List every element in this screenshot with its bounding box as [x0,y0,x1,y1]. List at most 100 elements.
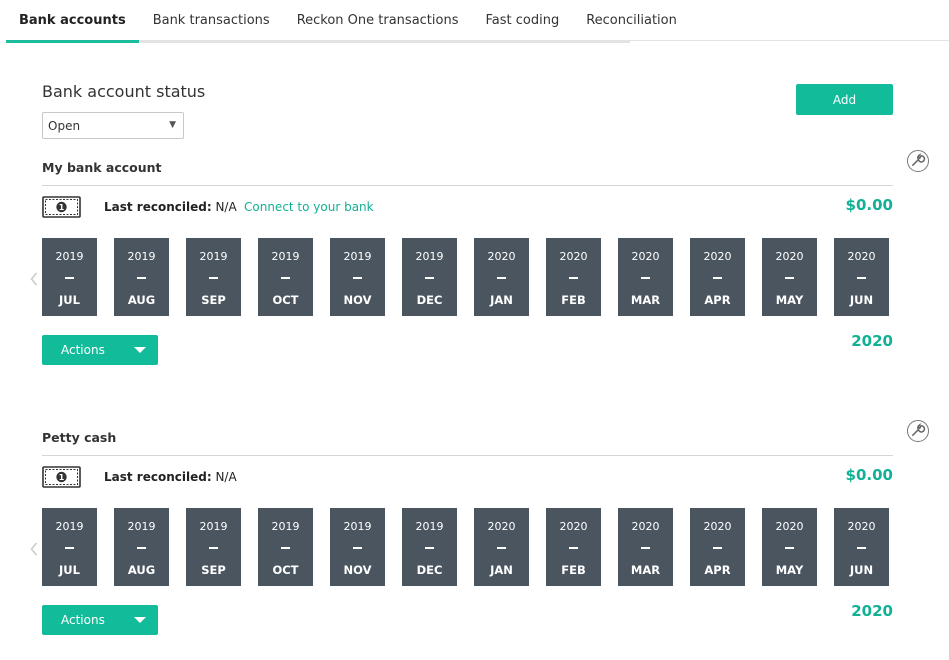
month-tile[interactable]: 2020 APR [690,238,745,316]
month-year: 2020 [487,520,516,533]
month-dash [281,547,290,549]
chevron-left-icon[interactable] [30,272,38,286]
month-year: 2020 [559,250,588,263]
month-dash [569,277,578,279]
status-select-value: Open [48,118,81,133]
month-year: 2020 [775,250,804,263]
month-year: 2020 [775,520,804,533]
bank-account-status-title: Bank account status [42,82,206,101]
account-name: My bank account [42,160,162,175]
month-tile[interactable]: 2020 JAN [474,238,529,316]
connect-bank-link[interactable]: Connect to your bank [244,200,374,214]
actions-label: Actions [61,343,105,357]
month-year: 2019 [271,250,300,263]
chevron-left-icon[interactable] [30,542,38,556]
month-name: JUN [849,293,874,307]
wrench-icon[interactable] [907,150,929,172]
month-tile[interactable]: 2020 JUN [834,238,889,316]
month-tile[interactable]: 2019 SEP [186,238,241,316]
tab-fast-coding[interactable]: Fast coding [472,0,572,40]
month-dash [65,547,74,549]
month-name: OCT [272,293,299,307]
month-tile[interactable]: 2020 MAR [618,238,673,316]
caret-down-icon [134,347,146,353]
month-dash [713,547,722,549]
month-name: FEB [561,563,586,577]
month-name: NOV [343,563,372,577]
month-year: 2019 [55,250,84,263]
month-dash [785,547,794,549]
wrench-icon[interactable] [907,420,929,442]
month-year: 2020 [847,520,876,533]
month-dash [425,277,434,279]
svg-text:1: 1 [59,203,65,212]
month-year: 2020 [631,250,660,263]
tab-bank-accounts[interactable]: Bank accounts [6,0,139,43]
account-section: My bank account 1 Last reconciled: N/A C… [0,150,949,390]
month-tile[interactable]: 2019 NOV [330,508,385,586]
actions-dropdown-button[interactable]: Actions [42,605,158,635]
month-tile[interactable]: 2019 OCT [258,508,313,586]
tab-bank-transactions[interactable]: Bank transactions [140,0,283,40]
month-name: OCT [272,563,299,577]
month-year: 2020 [703,250,732,263]
month-name: APR [704,563,731,577]
month-tile[interactable]: 2019 DEC [402,238,457,316]
month-tile[interactable]: 2019 SEP [186,508,241,586]
month-year: 2019 [343,250,372,263]
month-name: AUG [127,563,156,577]
month-dash [497,547,506,549]
actions-dropdown-button[interactable]: Actions [42,335,158,365]
month-tile[interactable]: 2020 APR [690,508,745,586]
month-tile[interactable]: 2020 MAY [762,508,817,586]
month-year: 2019 [343,520,372,533]
month-tile[interactable]: 2019 AUG [114,508,169,586]
account-balance: $0.00 [845,196,893,214]
month-tile[interactable]: 2020 FEB [546,508,601,586]
cash-icon: 1 [42,196,81,218]
month-year: 2019 [199,250,228,263]
month-name: MAR [630,563,661,577]
account-balance: $0.00 [845,466,893,484]
month-year: 2019 [55,520,84,533]
account-divider [42,455,893,456]
month-dash [857,277,866,279]
month-tile[interactable]: 2020 JUN [834,508,889,586]
month-dash [137,547,146,549]
month-year: 2019 [199,520,228,533]
month-tile[interactable]: 2020 MAY [762,238,817,316]
year-label: 2020 [851,602,893,620]
month-dash [65,277,74,279]
tab-reconciliation[interactable]: Reconciliation [573,0,690,40]
month-name: NOV [343,293,372,307]
month-dash [641,547,650,549]
month-name: APR [704,293,731,307]
month-strip: 2019 JUL 2019 AUG 2019 SEP 2019 OCT 2019 NOV … [42,238,893,318]
last-reconciled-label: Last reconciled: [104,200,212,214]
tabs-divider [630,40,949,41]
tab-bar: Bank accounts Bank transactions Reckon O… [6,0,677,43]
month-name: JUL [59,563,80,577]
month-tile[interactable]: 2019 JUL [42,508,97,586]
month-tile[interactable]: 2019 OCT [258,238,313,316]
month-tile[interactable]: 2019 DEC [402,508,457,586]
month-tile[interactable]: 2020 JAN [474,508,529,586]
month-tile[interactable]: 2020 FEB [546,238,601,316]
account-divider [42,185,893,186]
month-name: MAY [775,563,804,577]
cash-icon: 1 [42,466,81,488]
year-label: 2020 [851,332,893,350]
month-dash [137,277,146,279]
month-name: JUN [849,563,874,577]
last-reconciled: Last reconciled: N/A [104,470,237,484]
dropdown-arrow-icon: ▼ [169,120,176,130]
month-tile[interactable]: 2019 NOV [330,238,385,316]
add-button[interactable]: Add [796,84,893,115]
status-select[interactable]: Open ▼ [42,112,184,139]
month-tile[interactable]: 2019 AUG [114,238,169,316]
month-tile[interactable]: 2020 MAR [618,508,673,586]
month-tile[interactable]: 2019 JUL [42,238,97,316]
month-dash [281,277,290,279]
tab-reckon-one-transactions[interactable]: Reckon One transactions [284,0,472,40]
svg-text:1: 1 [59,473,65,482]
